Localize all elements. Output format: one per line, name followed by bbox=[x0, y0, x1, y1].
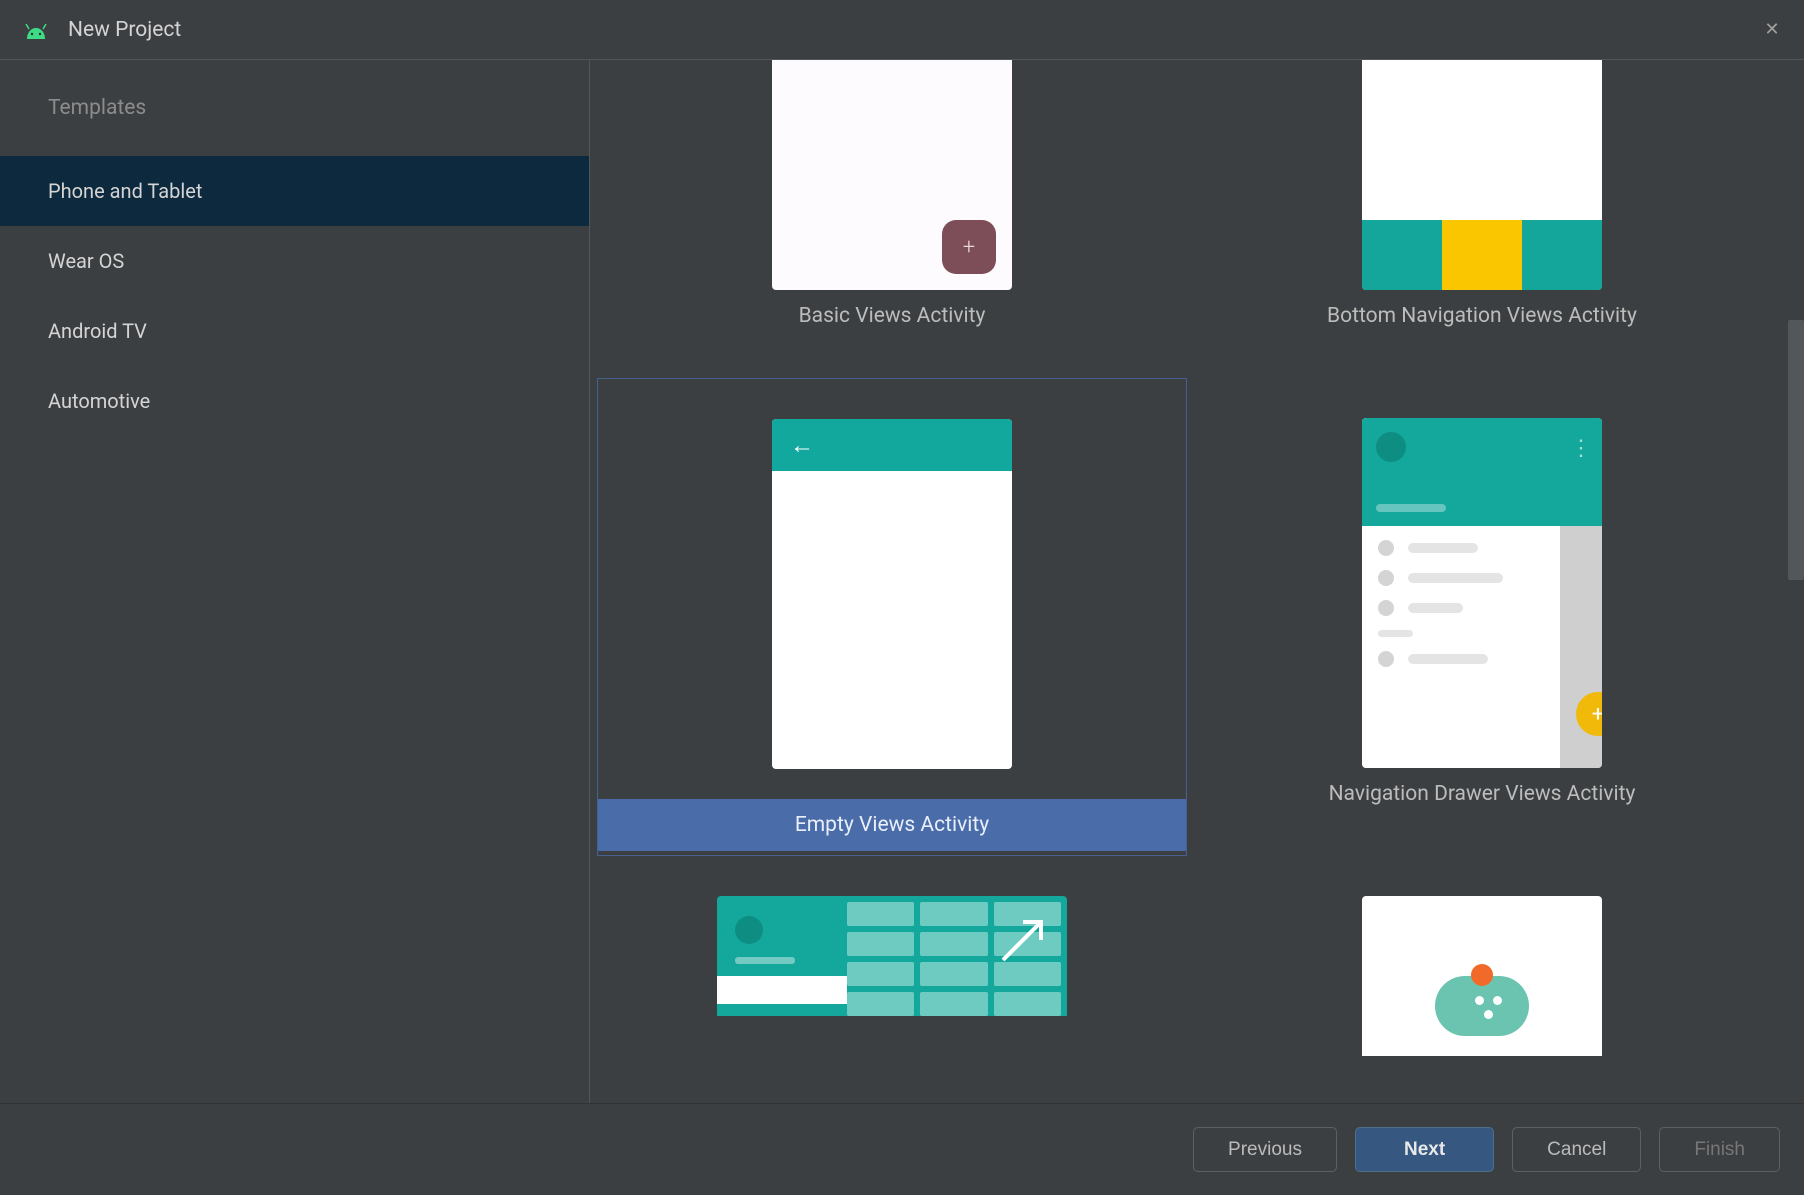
close-button[interactable]: ✕ bbox=[1760, 18, 1784, 42]
sidebar-item-label: Wear OS bbox=[48, 249, 124, 273]
back-arrow-icon: ← bbox=[790, 431, 814, 460]
template-preview: + bbox=[597, 60, 1187, 290]
kebab-icon: ⋮ bbox=[1570, 436, 1590, 461]
sidebar-item-label: Android TV bbox=[48, 319, 147, 343]
template-label: Basic Views Activity bbox=[597, 290, 1187, 378]
template-preview bbox=[1187, 60, 1777, 290]
sidebar-item-label: Automotive bbox=[48, 389, 150, 413]
sidebar-header: Templates bbox=[0, 96, 589, 156]
template-card-fullscreen[interactable] bbox=[597, 856, 1187, 1056]
previous-button[interactable]: Previous bbox=[1193, 1127, 1337, 1172]
template-preview: ⋮ + bbox=[1187, 378, 1777, 768]
avatar-icon bbox=[1376, 432, 1406, 462]
template-label: Empty Views Activity bbox=[598, 799, 1186, 851]
phone-preview-empty: ← bbox=[772, 419, 1012, 769]
phone-preview-drawer: ⋮ + bbox=[1362, 418, 1602, 768]
sidebar: Templates Phone and Tablet Wear OS Andro… bbox=[0, 60, 590, 1103]
expand-arrow-icon bbox=[997, 914, 1049, 966]
template-preview: ← bbox=[598, 379, 1186, 769]
avatar-icon bbox=[735, 916, 763, 944]
content-area: + Basic Views Activity bbox=[590, 60, 1804, 1103]
template-card-navigation-drawer[interactable]: ⋮ + Navigation Drawer Views Activity bbox=[1187, 378, 1777, 856]
template-label: Bottom Navigation Views Activity bbox=[1187, 290, 1777, 378]
dialog-footer: Previous Next Cancel Finish bbox=[0, 1103, 1804, 1195]
cancel-button[interactable]: Cancel bbox=[1512, 1127, 1641, 1172]
template-card-game[interactable] bbox=[1187, 856, 1777, 1056]
next-button[interactable]: Next bbox=[1355, 1127, 1494, 1172]
sidebar-item-phone-tablet[interactable]: Phone and Tablet bbox=[0, 156, 589, 226]
template-card-bottom-navigation[interactable]: Bottom Navigation Views Activity bbox=[1187, 60, 1777, 378]
phone-preview-fullscreen bbox=[717, 896, 1067, 1016]
plus-icon: + bbox=[963, 235, 975, 260]
new-project-dialog: New Project ✕ Templates Phone and Tablet… bbox=[0, 0, 1804, 1195]
sidebar-item-wear-os[interactable]: Wear OS bbox=[0, 226, 589, 296]
drawer-fab-icon: + bbox=[1576, 692, 1602, 736]
template-preview bbox=[1187, 896, 1777, 1056]
phone-preview-game bbox=[1362, 896, 1602, 1056]
template-scroll-area[interactable]: + Basic Views Activity bbox=[590, 60, 1804, 1103]
plus-icon: + bbox=[1592, 702, 1602, 727]
android-icon bbox=[24, 23, 46, 37]
sidebar-item-automotive[interactable]: Automotive bbox=[0, 366, 589, 436]
templates-grid: + Basic Views Activity bbox=[610, 60, 1764, 1056]
fab-icon: + bbox=[942, 220, 996, 274]
sidebar-item-android-tv[interactable]: Android TV bbox=[0, 296, 589, 366]
phone-preview-basic: + bbox=[772, 60, 1012, 290]
dialog-body: Templates Phone and Tablet Wear OS Andro… bbox=[0, 60, 1804, 1103]
dialog-title: New Project bbox=[68, 18, 181, 42]
titlebar: New Project ✕ bbox=[0, 0, 1804, 60]
scrollbar[interactable] bbox=[1788, 320, 1804, 580]
template-preview bbox=[597, 896, 1187, 1016]
finish-button[interactable]: Finish bbox=[1659, 1127, 1780, 1172]
template-card-empty-views[interactable]: ← Empty Views Activity bbox=[597, 378, 1187, 856]
template-card-basic-views[interactable]: + Basic Views Activity bbox=[597, 60, 1187, 378]
bottom-nav-bar-icon bbox=[1362, 220, 1602, 290]
sidebar-item-label: Phone and Tablet bbox=[48, 179, 202, 203]
appbar-icon: ← bbox=[772, 419, 1012, 471]
template-label: Navigation Drawer Views Activity bbox=[1187, 768, 1777, 856]
phone-preview-bottomnav bbox=[1362, 60, 1602, 290]
gamepad-icon bbox=[1435, 976, 1529, 1036]
close-icon: ✕ bbox=[1764, 19, 1779, 40]
